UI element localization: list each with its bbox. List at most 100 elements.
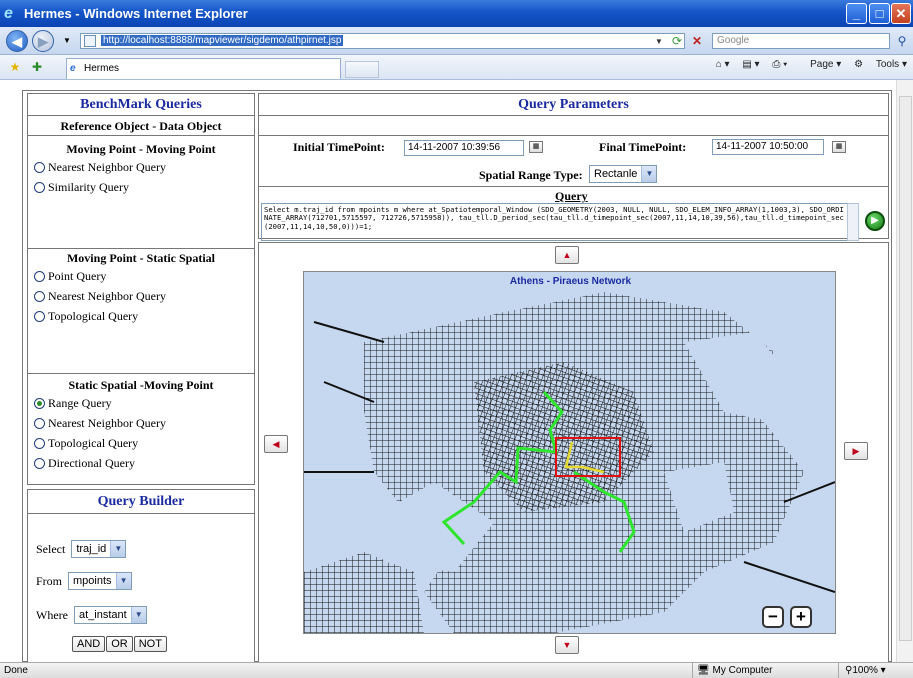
address-input[interactable]: http://localhost:8888/mapviewer/sigdemo/… <box>80 33 685 49</box>
query-textarea[interactable]: Select m.traj_id from mpoints m where at… <box>261 203 849 241</box>
query-section: Query Select m.traj_id from mpoints m wh… <box>259 186 888 241</box>
query-builder-title: Query Builder <box>28 490 254 514</box>
refresh-icon[interactable]: ⟳ <box>668 32 686 50</box>
search-icon[interactable]: ⚲ <box>893 32 911 50</box>
final-timepoint-input[interactable]: 14-11-2007 10:50:00 <box>712 139 824 155</box>
section-mp-mp: Moving Point - Moving Point Nearest Neig… <box>28 142 254 249</box>
radio-icon[interactable] <box>34 181 45 193</box>
favorites-star-icon[interactable]: ★ <box>6 58 24 76</box>
command-bar: ⌂ ▾ ▤ ▾ ⎙ ▾ Page ▾ ⚙ Tools ▾ <box>706 59 907 70</box>
select-dropdown[interactable]: traj_id ▼ <box>71 540 127 558</box>
map-panel: ▲ ◀ ▶ ▼ Athens - Piraeus Network − + <box>258 242 889 662</box>
new-tab-button[interactable] <box>345 61 379 78</box>
section-title: Static Spatial -Moving Point <box>68 378 214 392</box>
zoom-out-button[interactable]: − <box>762 606 784 628</box>
back-button[interactable]: ◀ <box>6 30 28 52</box>
window-title: Hermes - Windows Internet Explorer <box>24 6 248 21</box>
feeds-icon[interactable]: ▤ ▾ <box>742 59 759 70</box>
window-titlebar: e Hermes - Windows Internet Explorer <box>0 0 913 27</box>
and-button[interactable]: AND <box>72 636 106 652</box>
radio-icon[interactable] <box>34 437 45 449</box>
radio-icon[interactable] <box>34 270 45 282</box>
radio-icon[interactable] <box>34 290 45 302</box>
radio-nn-query-3[interactable]: Nearest Neighbor Query <box>28 413 254 433</box>
status-bar: Done 🖥 My Computer ⚲100% ▾ <box>0 662 913 678</box>
not-button[interactable]: NOT <box>133 636 167 652</box>
road-network-map[interactable] <box>304 272 836 633</box>
tools-menu[interactable]: ⚙ Tools ▾ <box>854 59 907 70</box>
initial-timepoint-input[interactable]: 14-11-2007 10:39:56 <box>404 140 524 156</box>
page-icon <box>84 35 96 47</box>
calendar-icon[interactable]: ▦ <box>529 141 543 153</box>
query-scrollbar[interactable] <box>847 203 859 241</box>
maximize-button[interactable]: □ <box>869 3 890 24</box>
radio-topological-query-1[interactable]: Topological Query <box>28 306 254 326</box>
pan-right-button[interactable]: ▶ <box>844 442 868 460</box>
spatial-range-select[interactable]: Rectanle ▼ <box>589 165 658 183</box>
chevron-down-icon[interactable]: ▼ <box>130 607 146 623</box>
benchmark-title: BenchMark Queries <box>28 94 254 116</box>
home-icon[interactable]: ⌂ ▾ <box>716 59 730 70</box>
radio-icon[interactable] <box>34 161 45 173</box>
zoom-level[interactable]: ⚲100% ▾ <box>838 663 886 678</box>
from-row: From mpoints ▼ <box>36 572 132 590</box>
chevron-down-icon[interactable]: ▼ <box>110 541 126 557</box>
params-spacer <box>259 116 888 136</box>
radio-icon[interactable] <box>34 457 45 469</box>
vertical-scrollbar[interactable] <box>896 80 913 662</box>
final-timepoint-label: Final TimePoint: <box>599 140 687 154</box>
radio-nn-query-2[interactable]: Nearest Neighbor Query <box>28 286 254 306</box>
benchmark-panel: BenchMark Queries Reference Object - Dat… <box>27 93 255 485</box>
section-mp-ss: Moving Point - Static Spatial Point Quer… <box>28 251 254 374</box>
page-content: BenchMark Queries Reference Object - Dat… <box>0 80 913 662</box>
pan-up-button[interactable]: ▲ <box>555 246 579 264</box>
spatial-range-label: Spatial Range Type: <box>479 168 583 182</box>
or-button[interactable]: OR <box>106 636 133 652</box>
section-ss-mp: Static Spatial -Moving Point Range Query… <box>28 378 254 488</box>
stop-icon[interactable]: ✕ <box>688 32 706 50</box>
initial-timepoint-label: Initial TimePoint: <box>293 140 385 154</box>
radio-point-query[interactable]: Point Query <box>28 266 254 286</box>
pan-down-button[interactable]: ▼ <box>555 636 579 654</box>
radio-directional-query[interactable]: Directional Query <box>28 453 254 473</box>
print-icon[interactable]: ⎙ ▾ <box>772 59 787 70</box>
address-dropdown-icon[interactable]: ▼ <box>650 33 668 51</box>
address-toolbar: ◀ ▶ ▼ http://localhost:8888/mapviewer/si… <box>0 27 913 55</box>
forward-button[interactable]: ▶ <box>32 30 54 52</box>
benchmark-subtitle: Reference Object - Data Object <box>28 116 254 136</box>
radio-topological-query-2[interactable]: Topological Query <box>28 433 254 453</box>
tab-bar: ★ ✚ e Hermes ⌂ ▾ ▤ ▾ ⎙ ▾ Page ▾ ⚙ Tools … <box>0 55 913 80</box>
run-query-button[interactable]: ▶ <box>865 211 885 231</box>
query-label: Query <box>555 189 588 203</box>
minimize-button[interactable]: _ <box>846 3 867 24</box>
tab-ie-icon: e <box>70 63 76 74</box>
scrollbar-thumb[interactable] <box>899 96 912 641</box>
radio-icon[interactable] <box>34 397 45 409</box>
radio-similarity-query[interactable]: Similarity Query <box>28 177 254 197</box>
radio-icon[interactable] <box>34 310 45 322</box>
chevron-down-icon[interactable]: ▼ <box>641 166 657 182</box>
security-zone: 🖥 My Computer <box>692 663 773 678</box>
page-menu[interactable]: Page ▾ <box>800 59 841 70</box>
where-row: Where at_instant ▼ <box>36 606 147 624</box>
calendar-icon[interactable]: ▦ <box>832 141 846 153</box>
from-dropdown[interactable]: mpoints ▼ <box>68 572 132 590</box>
search-input[interactable]: Google <box>712 33 890 49</box>
app-frame: BenchMark Queries Reference Object - Dat… <box>22 90 892 662</box>
add-favorites-icon[interactable]: ✚ <box>28 58 46 76</box>
select-row: Select traj_id ▼ <box>36 540 127 558</box>
chevron-down-icon[interactable]: ▼ <box>115 573 131 589</box>
radio-range-query[interactable]: Range Query <box>28 393 254 413</box>
section-title: Moving Point - Moving Point <box>66 142 216 156</box>
zoom-in-button[interactable]: + <box>790 606 812 628</box>
pan-left-button[interactable]: ◀ <box>264 435 288 453</box>
map-canvas[interactable]: Athens - Piraeus Network − + <box>303 271 836 634</box>
query-parameters-panel: Query Parameters Initial TimePoint: 14-1… <box>258 93 889 241</box>
tab-hermes[interactable]: e Hermes <box>66 58 341 79</box>
where-dropdown[interactable]: at_instant ▼ <box>73 606 147 624</box>
radio-icon[interactable] <box>34 417 45 429</box>
close-button[interactable]: ✕ <box>891 3 911 24</box>
radio-nn-query-1[interactable]: Nearest Neighbor Query <box>28 157 254 177</box>
history-dropdown-icon[interactable]: ▼ <box>58 32 76 50</box>
operator-buttons: AND OR NOT <box>72 636 168 652</box>
